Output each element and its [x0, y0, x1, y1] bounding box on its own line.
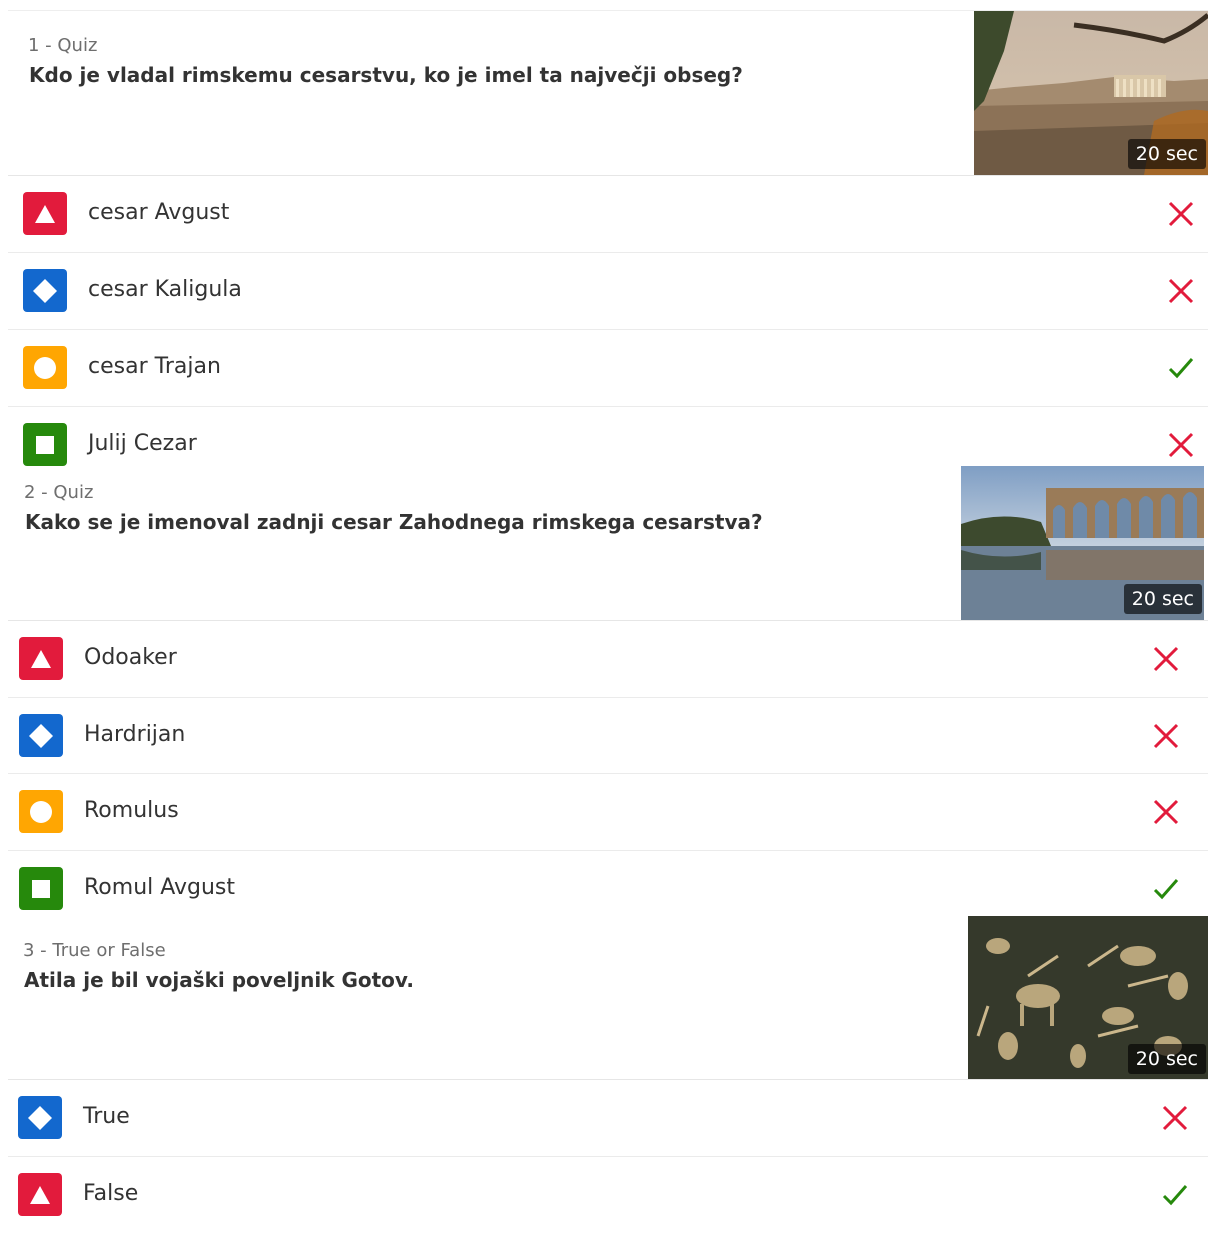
answer-row[interactable]: cesar Avgust	[8, 175, 1208, 253]
answer-text: Romulus	[84, 798, 179, 823]
answer-text: cesar Kaligula	[88, 277, 242, 302]
answer-shape	[19, 790, 63, 833]
answer-shape	[18, 1096, 62, 1139]
answer-text: Julij Cezar	[88, 431, 197, 456]
answer-shape	[23, 423, 67, 466]
circle-icon	[30, 800, 52, 823]
question-text[interactable]: Kdo je vladal rimskemu cesarstvu, ko je …	[29, 63, 743, 87]
circle-icon	[34, 356, 56, 379]
triangle-icon	[30, 1185, 50, 1204]
diamond-icon	[33, 278, 57, 303]
question-label: 3 - True or False	[23, 940, 166, 961]
incorrect-x-icon	[1168, 201, 1194, 227]
correct-check-icon	[1153, 879, 1179, 900]
answer-row[interactable]: Hardrijan	[8, 697, 1208, 775]
answer-row[interactable]: cesar Kaligula	[8, 252, 1208, 330]
incorrect-x-icon	[1162, 1105, 1188, 1131]
diamond-icon	[28, 1105, 52, 1130]
correct-check-icon	[1168, 358, 1194, 379]
diamond-icon	[29, 723, 53, 748]
answer-text: Romul Avgust	[84, 875, 236, 900]
answer-shape	[23, 269, 67, 312]
answer-shape	[19, 714, 63, 757]
answer-row[interactable]: Romulus	[8, 773, 1208, 851]
question-block-1: 1 - Quiz Kdo je vladal rimskemu cesarstv…	[0, 0, 1208, 484]
question-image[interactable]: 20 sec	[961, 466, 1204, 620]
triangle-icon	[31, 649, 51, 668]
question-label: 1 - Quiz	[28, 35, 98, 56]
answer-text: cesar Avgust	[88, 200, 230, 225]
answer-row[interactable]: cesar Trajan	[8, 329, 1208, 407]
time-limit-badge: 20 sec	[1123, 584, 1202, 614]
question-block-3: 3 - True or False Atila je bil vojaški p…	[0, 915, 1208, 1216]
question-block-2: 2 - Quiz Kako se je imenoval zadnji cesa…	[0, 466, 1208, 926]
answer-row[interactable]: True	[8, 1079, 1208, 1157]
question-text[interactable]: Atila je bil vojaški poveljnik Gotov.	[24, 968, 414, 992]
incorrect-x-icon	[1168, 278, 1194, 304]
answer-row[interactable]: Odoaker	[8, 620, 1208, 698]
time-limit-badge: 20 sec	[1127, 1044, 1206, 1074]
question-image[interactable]: 20 sec	[974, 11, 1208, 175]
answer-shape	[18, 1173, 62, 1216]
answer-shape	[19, 867, 63, 910]
incorrect-x-icon	[1153, 799, 1179, 825]
correct-check-icon	[1162, 1185, 1188, 1206]
answer-text: False	[83, 1181, 139, 1206]
answer-shape	[23, 192, 67, 235]
answer-text: cesar Trajan	[88, 354, 221, 379]
triangle-icon	[35, 204, 55, 223]
answer-row[interactable]: False	[8, 1156, 1208, 1234]
answer-shape	[23, 346, 67, 389]
square-icon	[32, 879, 50, 898]
square-icon	[36, 435, 54, 454]
time-limit-badge: 20 sec	[1127, 139, 1206, 169]
incorrect-x-icon	[1168, 432, 1194, 458]
answer-shape	[19, 637, 63, 680]
question-text[interactable]: Kako se je imenoval zadnji cesar Zahodne…	[25, 510, 763, 534]
question-image[interactable]: 20 sec	[968, 916, 1208, 1080]
question-label: 2 - Quiz	[24, 482, 94, 503]
incorrect-x-icon	[1153, 723, 1179, 749]
answer-text: Hardrijan	[84, 722, 186, 747]
answer-text: Odoaker	[84, 645, 177, 670]
answer-text: True	[83, 1104, 130, 1129]
incorrect-x-icon	[1153, 646, 1179, 672]
